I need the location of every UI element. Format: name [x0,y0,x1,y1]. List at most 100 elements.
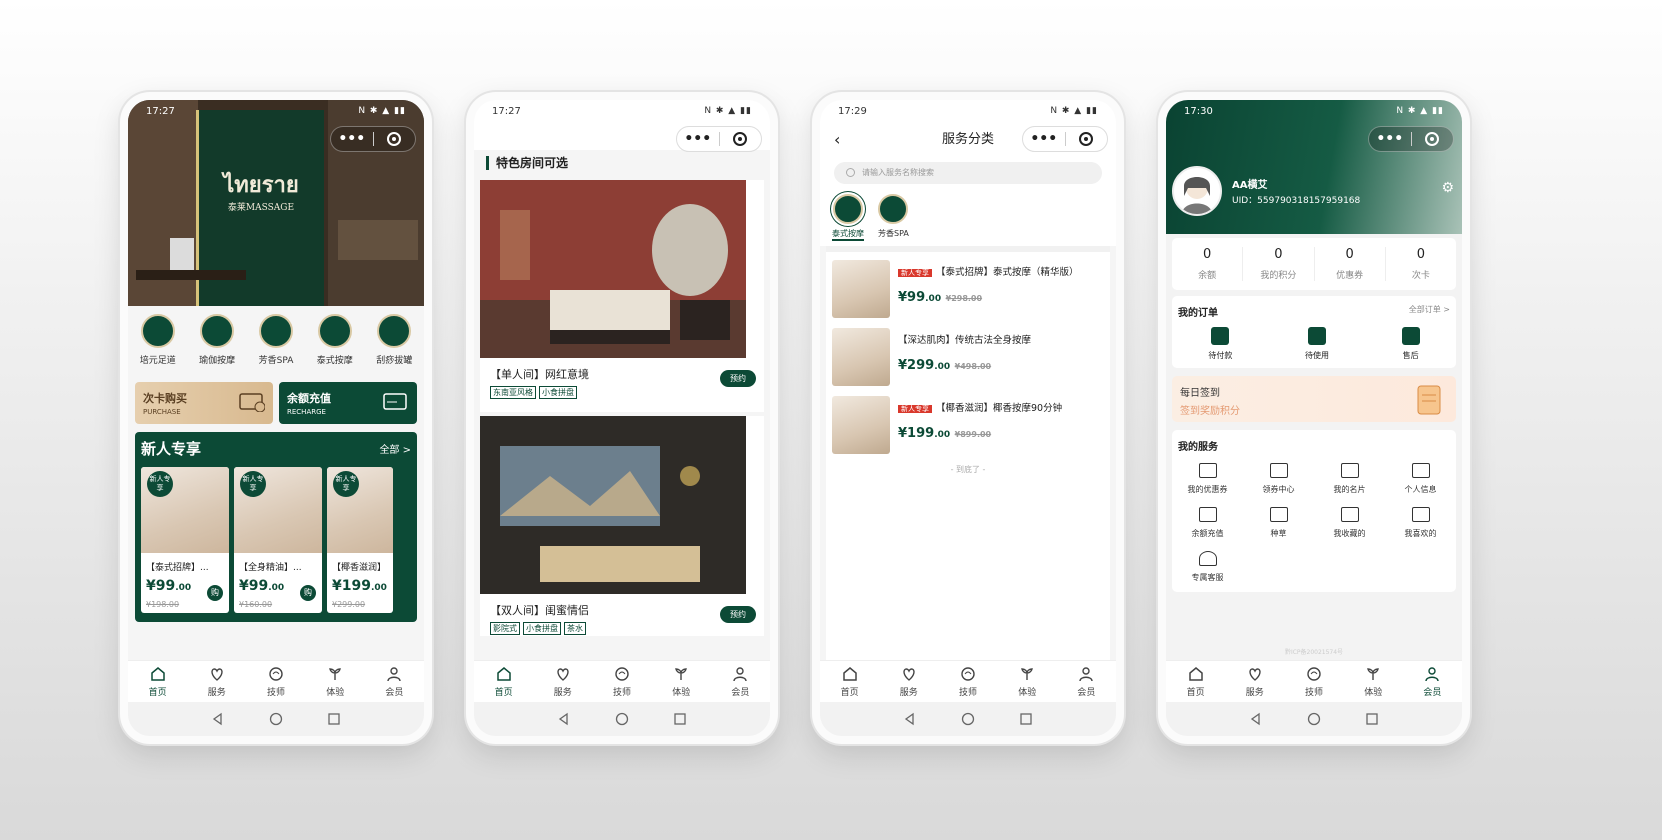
tab-member[interactable]: 会员 [365,661,424,702]
more-menu-button[interactable]: ••• [1369,132,1411,146]
service-icon [557,667,569,681]
category-item[interactable]: 刮痧拔罐 [376,314,412,366]
category-tab-thai[interactable]: 泰式按摩 [832,194,864,241]
product-card[interactable]: 新人专享 【泰式招牌】... ¥99.00 ¥198.00 购 [141,467,229,613]
original-price: ¥160.00 [239,600,273,609]
gear-icon[interactable]: ⚙ [1441,180,1454,196]
order-after-sale[interactable]: 售后 [1401,327,1420,361]
book-button[interactable]: 预约 [720,606,756,623]
service-icon [903,667,915,681]
tab-experience[interactable]: 体验 [306,661,365,702]
recents-square-icon[interactable] [1365,712,1379,726]
order-pending-payment[interactable]: 待付款 [1208,327,1232,361]
more-menu-button[interactable]: ••• [1023,132,1065,146]
tab-home[interactable]: 首页 [474,661,533,702]
service-item[interactable]: 新人专享 【椰香滋润】椰香按摩90分钟 ¥199.00 ¥899.00 [826,388,1110,456]
tab-technician[interactable]: 技师 [938,661,997,702]
buy-button[interactable]: 购 [207,585,223,601]
status-time: 17:27 [146,106,175,117]
tab-label: 会员 [731,687,750,698]
purchase-card-banner[interactable]: 次卡购买 PURCHASE [135,382,273,424]
buy-button[interactable]: 购 [300,585,316,601]
miniapp-capsule: ••• [1022,126,1108,152]
home-circle-icon[interactable] [269,712,283,726]
tab-service[interactable]: 服务 [533,661,592,702]
category-item[interactable]: 泰式按摩 [317,314,353,366]
service-personal-info[interactable]: 个人信息 [1385,463,1456,495]
service-coupon-center[interactable]: 领券中心 [1243,463,1314,495]
tab-experience[interactable]: 体验 [998,661,1057,702]
category-item[interactable]: 培元足道 [140,314,176,366]
new-user-badge: 新人专享 [240,471,266,497]
close-miniapp-button[interactable] [374,132,416,146]
close-miniapp-button[interactable] [1412,132,1454,146]
daily-signin-banner[interactable]: 每日签到 签到奖励积分 [1172,376,1456,422]
back-triangle-icon[interactable] [211,712,225,726]
room-name: 【单人间】网红意境 [490,368,589,381]
tab-home[interactable]: 首页 [1166,661,1225,702]
home-circle-icon[interactable] [1307,712,1321,726]
stat-balance[interactable]: 0 余额 [1172,247,1244,281]
all-orders-link[interactable]: 全部订单 > [1409,304,1450,319]
tab-member[interactable]: 会员 [1057,661,1116,702]
product-card[interactable]: 新人专享 【椰香滋润】 ¥199.00 ¥299.00 [327,467,393,613]
service-recommend[interactable]: 种草 [1243,507,1314,539]
order-to-use[interactable]: 待使用 [1305,327,1329,361]
book-button[interactable]: 预约 [720,370,756,387]
search-input[interactable]: 请输入服务名称搜索 [834,162,1102,184]
tab-service[interactable]: 服务 [187,661,246,702]
recharge-banner[interactable]: 余额充值 RECHARGE [279,382,417,424]
tab-member[interactable]: 会员 [711,661,770,702]
avatar[interactable] [1172,166,1222,216]
category-item[interactable]: 芳香SPA [259,314,293,366]
service-item[interactable]: 【深达肌肉】传统古法全身按摩 ¥299.00 ¥498.00 [826,320,1110,388]
recents-square-icon[interactable] [673,712,687,726]
service-item[interactable]: 新人专享 【泰式招牌】泰式按摩（精华版） ¥99.00 ¥298.00 [826,252,1110,320]
tab-label: 体验 [672,687,691,698]
product-image: 新人专享 [327,467,393,553]
tab-service[interactable]: 服务 [879,661,938,702]
view-all-link[interactable]: 全部 > [379,441,411,456]
close-miniapp-button[interactable] [1066,132,1108,146]
cupping-icon [377,314,412,348]
recents-square-icon[interactable] [1019,712,1033,726]
tab-experience[interactable]: 体验 [652,661,711,702]
service-customer-support[interactable]: 专属客服 [1172,551,1243,583]
category-item[interactable]: 瑜伽按摩 [199,314,235,366]
service-thumbnail [832,328,890,386]
more-menu-button[interactable]: ••• [677,132,719,146]
tab-home[interactable]: 首页 [820,661,879,702]
stat-cards[interactable]: 0 次卡 [1386,247,1456,281]
back-triangle-icon[interactable] [903,712,917,726]
tab-technician[interactable]: 技师 [1284,661,1343,702]
service-my-coupons[interactable]: 我的优惠券 [1172,463,1243,495]
close-miniapp-button[interactable] [720,132,762,146]
back-triangle-icon[interactable] [557,712,571,726]
room-card[interactable]: 【双人间】闺蜜情侣 影院式 小食拼盘 茶水 预约 [480,416,764,636]
stat-coupons[interactable]: 0 优惠券 [1315,247,1386,281]
product-card[interactable]: 新人专享 【全身精油】... ¥99.00 ¥160.00 购 [234,467,322,613]
service-likes[interactable]: 我喜欢的 [1385,507,1456,539]
tab-service[interactable]: 服务 [1225,661,1284,702]
tab-home[interactable]: 首页 [128,661,187,702]
target-icon [1079,132,1094,146]
category-tab-spa[interactable]: 芳香SPA [878,194,909,241]
back-triangle-icon[interactable] [1249,712,1263,726]
service-favorites[interactable]: 我收藏的 [1314,507,1385,539]
room-card[interactable]: 【单人间】网红意境 东南亚风格 小食拼盘 预约 [480,180,764,412]
tab-technician[interactable]: 技师 [246,661,305,702]
home-circle-icon[interactable] [961,712,975,726]
stat-points[interactable]: 0 我的积分 [1243,247,1315,281]
tab-label: 服务 [1245,687,1264,698]
service-business-card[interactable]: 我的名片 [1314,463,1385,495]
tab-label: 服务 [207,687,226,698]
section-title: 新人专享 [141,440,202,458]
tab-member[interactable]: 会员 [1403,661,1462,702]
service-recharge[interactable]: 余额充值 [1172,507,1243,539]
more-menu-button[interactable]: ••• [331,132,373,146]
tab-technician[interactable]: 技师 [592,661,651,702]
experience-icon [1367,667,1380,680]
tab-experience[interactable]: 体验 [1344,661,1403,702]
home-circle-icon[interactable] [615,712,629,726]
recents-square-icon[interactable] [327,712,341,726]
